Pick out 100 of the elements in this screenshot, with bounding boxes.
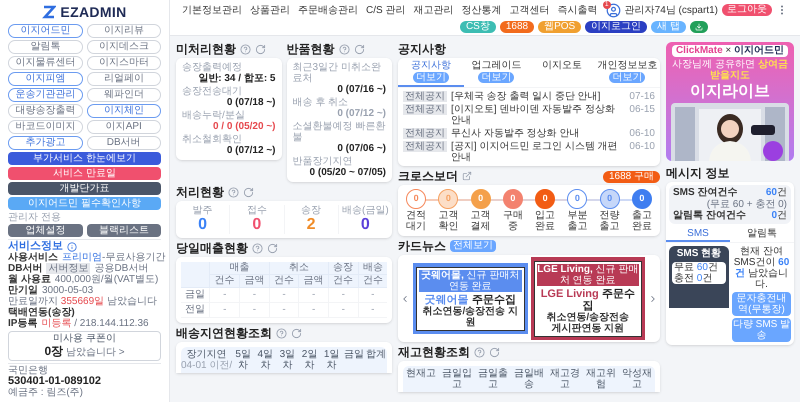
- service-pill[interactable]: 알림톡: [8, 40, 82, 54]
- service-pill[interactable]: 운송기관관리: [8, 88, 82, 102]
- notice-tag: 전체공지: [403, 91, 447, 102]
- service-pill[interactable]: 바코드이미지: [8, 120, 82, 134]
- service-pill[interactable]: 이지물류센터: [8, 56, 82, 70]
- table-cell: -: [210, 302, 240, 318]
- service-pill[interactable]: 리얼페이: [86, 72, 161, 86]
- service-pill[interactable]: 이지데스크: [86, 40, 161, 54]
- help-icon[interactable]: [474, 346, 485, 358]
- notice-link[interactable]: [이지오토] 덴바이덴 자동발주 정상화 안내: [451, 104, 626, 126]
- notice-tab[interactable]: 공지사항 더보기: [398, 58, 464, 87]
- table-cell: -: [240, 288, 270, 302]
- logout-button[interactable]: 로그아웃: [722, 4, 772, 16]
- refresh-icon[interactable]: [291, 328, 302, 338]
- column-header: 5일차: [234, 349, 252, 371]
- external-link-icon[interactable]: [462, 171, 472, 181]
- table-cell: -: [298, 302, 328, 318]
- phone-balance: 무료 60건: [674, 262, 719, 273]
- nav-link[interactable]: 정산통계: [461, 2, 502, 18]
- nav-link[interactable]: C/S 관리: [366, 2, 406, 18]
- processing-label: 송장: [301, 205, 322, 216]
- service-pill[interactable]: 추가광고: [8, 136, 82, 150]
- notice-link[interactable]: 무신사 자동발주 정상화 안내: [451, 128, 626, 139]
- refresh-icon[interactable]: [255, 44, 266, 54]
- download-button[interactable]: [690, 20, 708, 32]
- help-icon[interactable]: [338, 44, 350, 54]
- status-label: 최근3일간 미취소완료처: [292, 62, 382, 84]
- refresh-icon[interactable]: [267, 242, 278, 254]
- column-header: 건수: [328, 274, 358, 288]
- column-header: 매출: [210, 262, 270, 274]
- field-label: 만기일: [8, 285, 38, 296]
- service-pill[interactable]: 이지리뷰: [86, 24, 161, 38]
- notice-link[interactable]: [공지] 이지어드민 로그인 시스템 개편 안내: [451, 141, 626, 163]
- sms-button[interactable]: 문자충전내역(무통장): [732, 292, 791, 316]
- nav-link[interactable]: 즉시출력: [557, 2, 598, 18]
- column-header: 건수: [358, 274, 387, 288]
- news-card[interactable]: LGE Living, 신규 판매처 연동 완료 LGE Living 주문수집 취소연동/송장전송 게시판연동 지원: [530, 257, 645, 340]
- table-cell: -: [210, 288, 240, 302]
- sidebar-button[interactable]: 서비스 만료일: [8, 167, 161, 180]
- refresh-icon[interactable]: [354, 44, 364, 54]
- news-text: 취소연동/송장전송: [546, 312, 630, 323]
- notice-tab[interactable]: 업그레이드 더보기: [464, 58, 529, 87]
- sidebar-button[interactable]: 이지어드민 필수확인사항: [8, 197, 161, 210]
- nav-link[interactable]: 상품관리: [250, 2, 290, 18]
- column-header: 금일배송: [513, 368, 545, 390]
- news-card[interactable]: 굿웨어몰, 신규 판매처 연동 완료 굿웨어몰 주문수집 취소연동/송장전송 지원: [413, 263, 528, 334]
- processing-count: 0: [360, 216, 370, 234]
- field-label: IP등록: [8, 318, 38, 329]
- ad-banner[interactable]: ClickMate × 이지어드민 사장님께 공유하면 상여금 받을지도 이지라이브: [666, 42, 794, 161]
- help-icon[interactable]: [228, 186, 239, 198]
- refresh-icon[interactable]: [489, 346, 500, 358]
- service-pill[interactable]: 이지체인: [86, 104, 161, 118]
- refresh-icon[interactable]: [243, 186, 254, 198]
- message-tab[interactable]: 알림톡: [730, 227, 794, 242]
- nav-link[interactable]: 재고관리: [413, 2, 454, 18]
- status-value: 0 (07/16 ~): [337, 84, 386, 95]
- notice-tab[interactable]: 이지오토: [529, 58, 594, 87]
- server-info-button[interactable]: 서버정보: [46, 263, 90, 274]
- help-icon[interactable]: [276, 328, 287, 338]
- notice-link[interactable]: [우체국 송장 출력 일시 중단 안내]: [451, 91, 626, 102]
- service-pill[interactable]: 이지피엠: [8, 72, 82, 86]
- view-all-button[interactable]: 전체보기: [450, 240, 496, 252]
- processing-count: 0: [198, 216, 208, 234]
- balance-value: 60건: [766, 187, 787, 199]
- service-pill[interactable]: 이지스마터: [86, 56, 161, 70]
- nav-link[interactable]: 고객센터: [509, 2, 550, 18]
- help-icon[interactable]: [252, 242, 263, 254]
- ad-brand: ClickMate × 이지어드민: [672, 45, 788, 57]
- nav-link[interactable]: 주문배송관리: [298, 2, 358, 18]
- service-pill[interactable]: 웨파인더: [86, 88, 161, 102]
- step-label: 출고완료: [630, 210, 653, 232]
- status-label: 취소철회확인: [182, 134, 243, 145]
- buy-button[interactable]: 1688 구매: [602, 171, 660, 183]
- column-header: 송장: [328, 262, 358, 274]
- table-cell: -: [358, 288, 387, 302]
- info-icon[interactable]: [67, 242, 77, 252]
- avatar-icon[interactable]: [606, 2, 621, 18]
- quick-button[interactable]: 1688: [500, 20, 534, 32]
- field-label: 사용서비스: [8, 252, 58, 263]
- sidebar-button[interactable]: 개발단가표: [8, 182, 161, 195]
- message-tab[interactable]: SMS: [666, 227, 730, 242]
- help-icon[interactable]: [240, 44, 251, 54]
- service-pill[interactable]: DB서버: [86, 136, 161, 150]
- admin-button[interactable]: 업체설정: [8, 224, 82, 237]
- nav-link[interactable]: 기본정보관리: [182, 2, 242, 18]
- sms-button[interactable]: 다량 SMS 발송: [732, 318, 791, 342]
- service-pill[interactable]: 이지API: [86, 120, 161, 134]
- column-header: 금액: [240, 274, 270, 288]
- field-label: 월 사용료: [8, 274, 51, 285]
- sidebar-button[interactable]: 부가서비스 한눈에보기: [8, 152, 161, 165]
- service-pill[interactable]: 대량송장출력: [8, 104, 82, 118]
- coupon-button[interactable]: 미사용 쿠폰이 0장 남았습니다 >: [8, 331, 161, 361]
- status-label: 송장출력예정: [182, 62, 243, 73]
- balance-label: SMS 잔여건수: [673, 187, 738, 199]
- service-pill[interactable]: 이지어드민: [8, 24, 82, 38]
- notice-tab[interactable]: 개인정보보호 더보기: [594, 58, 660, 87]
- status-value: 0 / 0 (05/20 ~): [212, 121, 276, 132]
- admin-button[interactable]: 블랙리스트: [86, 224, 161, 237]
- notice-date: 07-16: [629, 91, 655, 102]
- quick-button[interactable]: 이지로그인: [585, 20, 648, 32]
